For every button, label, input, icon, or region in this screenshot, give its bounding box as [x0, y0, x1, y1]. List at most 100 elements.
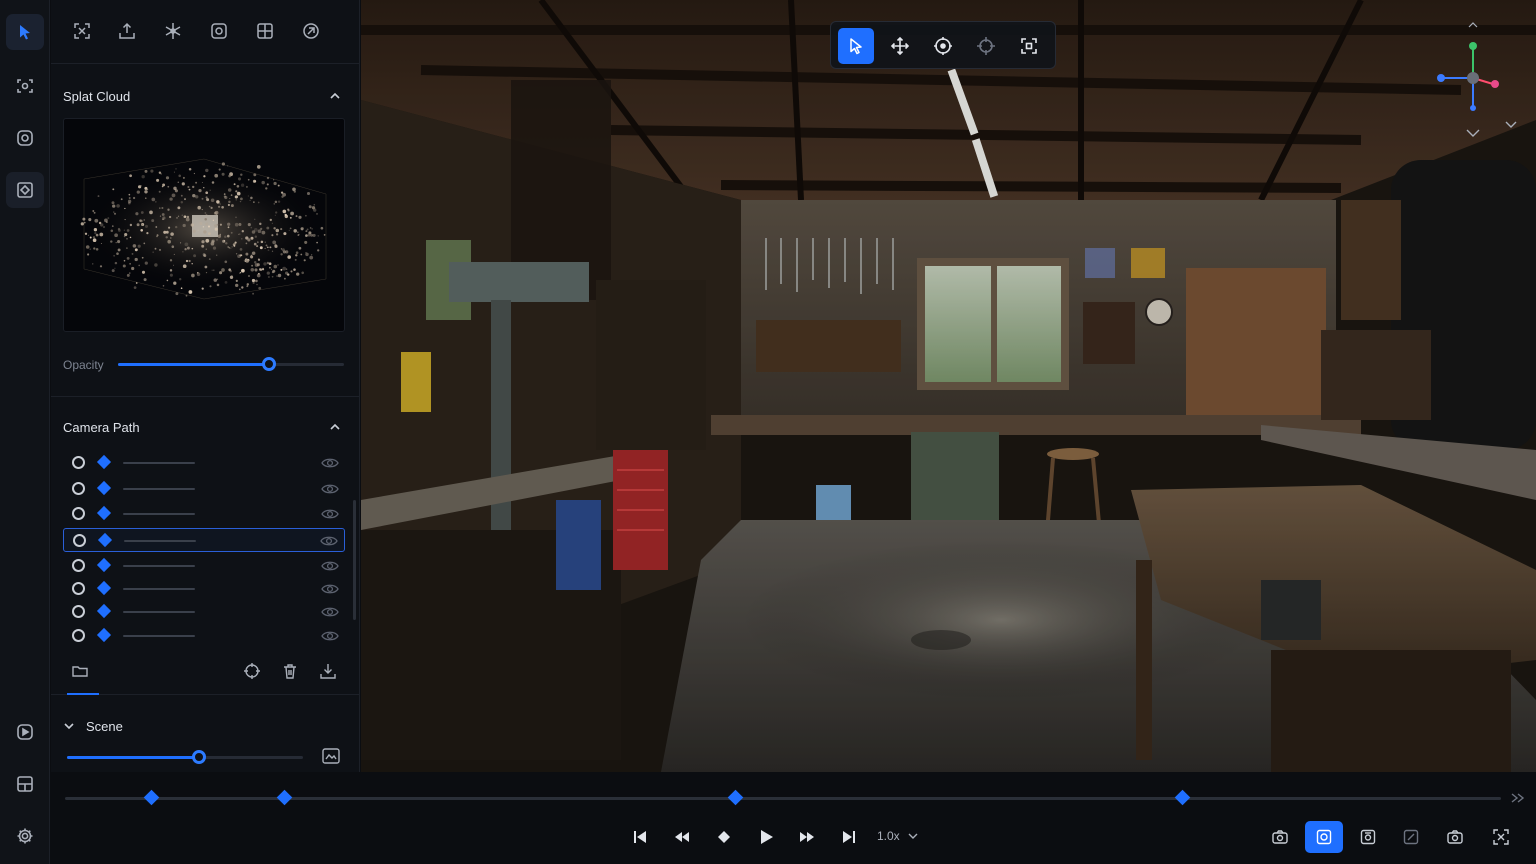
scene-fill — [67, 756, 200, 759]
eye-icon[interactable] — [320, 533, 338, 549]
splat-icon[interactable] — [6, 172, 44, 208]
play-icon[interactable] — [753, 824, 779, 850]
opacity-slider[interactable] — [118, 363, 344, 366]
chevron-down-icon[interactable] — [1503, 118, 1519, 132]
keyframe-radio[interactable] — [72, 456, 85, 469]
crop-icon[interactable] — [1392, 821, 1430, 853]
keyframe-name-placeholder — [123, 588, 195, 590]
image-settings-icon[interactable] — [321, 746, 341, 766]
speed-label: 1.0x — [877, 829, 900, 843]
eye-icon[interactable] — [321, 455, 339, 471]
fullscreen-icon[interactable] — [1482, 821, 1520, 853]
step-forward-icon[interactable] — [794, 824, 820, 850]
camera-path-row[interactable] — [63, 451, 345, 475]
keyframe-radio[interactable] — [72, 582, 85, 595]
keyframe-radio[interactable] — [72, 605, 85, 618]
speed-select[interactable]: 1.0x — [877, 829, 918, 843]
keyframe-name-placeholder — [124, 540, 196, 542]
eye-icon[interactable] — [321, 506, 339, 522]
photo-icon[interactable] — [1436, 821, 1474, 853]
timeline-keyframe[interactable] — [143, 789, 159, 806]
keyframe-diamond-icon — [96, 557, 112, 573]
timeline: 1.0x — [51, 772, 1536, 864]
keyframe-radio[interactable] — [72, 482, 85, 495]
scene-title: Scene — [86, 719, 123, 734]
scroll-indicator — [67, 693, 99, 695]
fit-icon[interactable] — [1011, 28, 1047, 64]
viewport[interactable] — [361, 0, 1536, 772]
splat-cloud-title: Splat Cloud — [63, 89, 131, 104]
camera-path-title: Camera Path — [63, 420, 140, 435]
side-panel: Splat Cloud Opacity Camera Path Scene — [51, 0, 360, 864]
trash-icon[interactable] — [281, 662, 299, 680]
chevron-up-icon[interactable] — [328, 89, 342, 103]
eye-icon[interactable] — [321, 604, 339, 620]
timeline-keyframe[interactable] — [727, 789, 744, 806]
keyframe-radio[interactable] — [72, 559, 85, 572]
chevron-down-icon[interactable] — [62, 719, 76, 733]
move-icon[interactable] — [882, 28, 918, 64]
camera-path-row[interactable] — [63, 554, 345, 578]
keyframe-name-placeholder — [123, 611, 195, 613]
record-icon[interactable] — [6, 714, 44, 750]
chevron-up-icon[interactable] — [328, 420, 342, 434]
camera-path-row[interactable] — [63, 528, 345, 552]
keyframe-diamond-icon — [96, 603, 112, 619]
snapshot-icon[interactable] — [1261, 821, 1299, 853]
camera-path-row[interactable] — [63, 502, 345, 526]
timeline-keyframe[interactable] — [1174, 789, 1190, 806]
keyframe-diamond-icon — [96, 580, 112, 596]
eye-icon[interactable] — [321, 628, 339, 644]
eye-icon[interactable] — [321, 558, 339, 574]
camera-frame-icon[interactable] — [1349, 821, 1387, 853]
scene-knob[interactable] — [192, 750, 207, 764]
skip-start-icon[interactable] — [627, 824, 653, 850]
download-icon[interactable] — [319, 662, 337, 680]
folder-icon[interactable] — [71, 662, 89, 680]
camera-box-icon[interactable] — [204, 16, 234, 46]
keyframe-diamond-icon — [96, 505, 112, 521]
scene-slider[interactable] — [67, 756, 303, 759]
keyframe-name-placeholder — [123, 513, 195, 515]
panel-scrollbar[interactable] — [353, 500, 356, 620]
link-icon[interactable] — [296, 16, 326, 46]
opacity-label: Opacity — [63, 358, 104, 372]
pan-icon[interactable] — [968, 28, 1004, 64]
settings-icon[interactable] — [6, 818, 44, 854]
keyframe-name-placeholder — [123, 635, 195, 637]
opacity-knob[interactable] — [262, 357, 277, 371]
splat-preview — [63, 118, 345, 332]
camera-path-row[interactable] — [63, 624, 345, 648]
step-back-icon[interactable] — [669, 824, 695, 850]
camera-path-row[interactable] — [63, 477, 345, 501]
pointer-icon[interactable] — [6, 14, 44, 50]
capture-icon[interactable] — [6, 68, 44, 104]
orbit-icon[interactable] — [6, 120, 44, 156]
chevron-down-icon — [908, 833, 918, 839]
splat-tool-icon[interactable] — [158, 16, 188, 46]
keyframe-name-placeholder — [123, 565, 195, 567]
keyframe-diamond-icon — [96, 454, 112, 470]
frame-icon[interactable] — [67, 16, 97, 46]
render-icon[interactable] — [1305, 821, 1343, 853]
timeline-keyframe[interactable] — [276, 789, 293, 806]
keyframe-radio[interactable] — [72, 507, 85, 520]
crosshair-icon[interactable] — [243, 662, 261, 680]
camera-path-row[interactable] — [63, 600, 345, 624]
keyframe-name-placeholder — [123, 462, 195, 464]
divider — [51, 396, 360, 397]
eye-icon[interactable] — [321, 481, 339, 497]
viewport-toolbar — [830, 21, 1056, 69]
keyframe-icon[interactable] — [711, 824, 737, 850]
grid-icon[interactable] — [250, 16, 280, 46]
eye-icon[interactable] — [321, 581, 339, 597]
select-icon[interactable] — [838, 28, 874, 64]
layout-icon[interactable] — [6, 766, 44, 802]
skip-end-icon[interactable] — [836, 824, 862, 850]
camera-path-row[interactable] — [63, 577, 345, 601]
export-icon[interactable] — [112, 16, 142, 46]
keyframe-radio[interactable] — [72, 629, 85, 642]
timeline-end-icon[interactable] — [1509, 790, 1527, 806]
keyframe-radio[interactable] — [73, 534, 86, 547]
target-icon[interactable] — [925, 28, 961, 64]
